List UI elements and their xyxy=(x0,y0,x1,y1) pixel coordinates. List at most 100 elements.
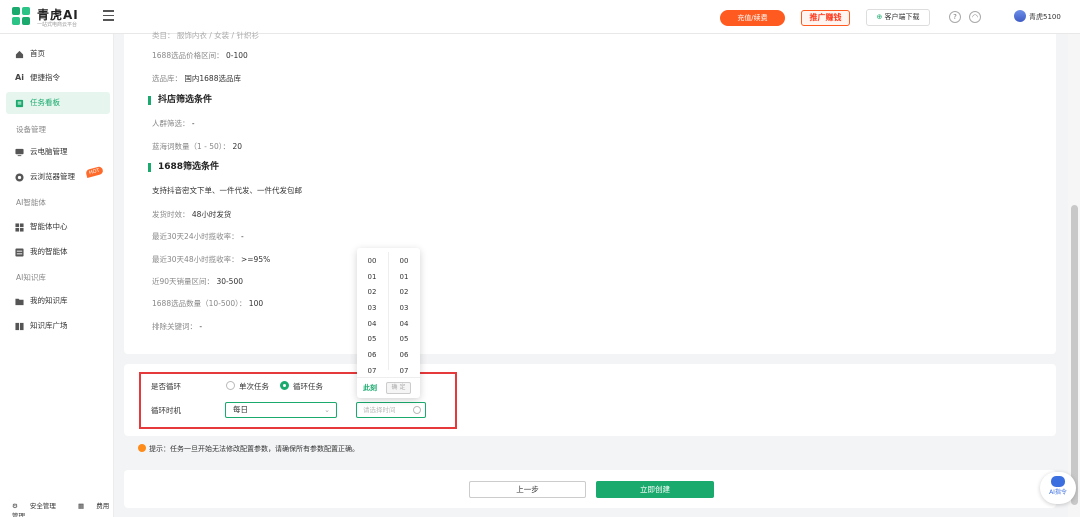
action-bar xyxy=(124,470,1056,508)
ai-icon: Ai xyxy=(15,73,24,82)
category-row-partial: 类目： 服饰内衣 / 女装 / 针织衫 xyxy=(152,31,259,40)
sidebar-item-label: 我的智能体 xyxy=(30,247,68,256)
hour-option[interactable]: 02 xyxy=(357,285,387,301)
top-header: 青虎AI 一站式电商云平台 充值/续费 推广赚钱 ⊕ 客户端下载 ? ◠ 青虎5… xyxy=(0,0,1080,34)
sidebar-item-my-knowledge[interactable]: 我的知识库 xyxy=(6,290,110,312)
price-range-label: 1688选品价格区间： xyxy=(152,51,224,60)
rate24-row: 最近30天24小时揽收率： - xyxy=(152,231,244,242)
library-value: 国内1688选品库 xyxy=(184,74,241,83)
single-task-label[interactable]: 单次任务 xyxy=(239,381,269,392)
minute-option[interactable]: 02 xyxy=(389,285,419,301)
rate48-label: 最近30天48小时揽收率： xyxy=(152,255,239,264)
library-row: 选品库： 国内1688选品库 xyxy=(152,73,241,84)
headset-icon[interactable]: ◠ xyxy=(969,11,981,23)
download-label: 客户端下载 xyxy=(884,13,920,21)
gear-icon: ⚙ xyxy=(12,502,18,510)
monitor-icon xyxy=(15,148,24,157)
minute-option[interactable]: 00 xyxy=(389,254,419,270)
sidebar-item-label: 首页 xyxy=(30,49,45,58)
menu-toggle-icon[interactable] xyxy=(103,10,114,21)
hour-option[interactable]: 01 xyxy=(357,270,387,286)
hour-option[interactable]: 00 xyxy=(357,254,387,270)
security-management-label: 安全管理 xyxy=(29,502,56,510)
time-picker-footer: 此刻 确 定 xyxy=(357,377,420,398)
library-label: 选品库： xyxy=(152,74,182,83)
download-icon: ⊕ xyxy=(876,13,883,21)
loop-task-radio[interactable] xyxy=(280,381,289,390)
exclude-value: - xyxy=(199,322,203,331)
count-row: 1688选品数量（10-500）： 100 xyxy=(152,298,263,309)
scrollbar-thumb[interactable] xyxy=(1071,205,1078,505)
sidebar-item-task-board[interactable]: 任务看板 xyxy=(6,92,110,114)
blue-ocean-value: 20 xyxy=(232,142,242,151)
minute-column[interactable]: 00 01 02 03 04 05 06 07 xyxy=(389,254,419,380)
sidebar-item-cloud-pc[interactable]: 云电脑管理 xyxy=(6,141,110,163)
user-name[interactable]: 青虎5100 xyxy=(1029,12,1061,22)
ship-value: 48小时发货 xyxy=(191,210,232,219)
hour-option[interactable]: 04 xyxy=(357,317,387,333)
sidebar-section-agents: AI智能体 xyxy=(16,198,46,207)
help-icon[interactable]: ? xyxy=(949,11,961,23)
promo-button[interactable]: 推广赚钱 xyxy=(801,10,850,26)
grid-icon xyxy=(15,223,24,232)
time-input[interactable]: 请选择时间 xyxy=(356,402,426,418)
sales-value: 30-500 xyxy=(216,277,244,286)
blue-ocean-label: 蓝海词数量（1 - 50）： xyxy=(152,142,231,151)
sidebar-item-knowledge-square[interactable]: 知识库广场 xyxy=(6,315,110,337)
sidebar-item-home[interactable]: 首页 xyxy=(6,43,110,65)
robot-icon xyxy=(1051,476,1065,487)
sidebar-section-devices: 设备管理 xyxy=(16,125,46,134)
ali-filter-title: 1688筛选条件 xyxy=(148,163,219,172)
list-icon xyxy=(15,248,24,257)
sidebar-item-my-agents[interactable]: 我的智能体 xyxy=(6,241,110,263)
frequency-select[interactable]: 每日 ⌄ xyxy=(225,402,337,418)
warning-icon xyxy=(138,444,146,452)
sidebar-item-label: 任务看板 xyxy=(30,98,60,107)
minute-option[interactable]: 04 xyxy=(389,317,419,333)
create-now-button[interactable]: 立即创建 xyxy=(596,481,714,498)
confirm-time-button[interactable]: 确 定 xyxy=(386,382,411,394)
hour-option[interactable]: 06 xyxy=(357,348,387,364)
ship-label: 发货时效： xyxy=(152,210,190,219)
sidebar-footer: ⚙ 安全管理 ▦ 费用管理 xyxy=(12,500,113,517)
ai-command-label: AI指令 xyxy=(1049,489,1067,496)
rate48-value: >=95% xyxy=(240,255,271,264)
hour-option[interactable]: 05 xyxy=(357,332,387,348)
hot-badge-icon: HOT xyxy=(85,165,104,179)
minute-option[interactable]: 06 xyxy=(389,348,419,364)
sidebar-section-knowledge: AI知识库 xyxy=(16,273,46,282)
chevron-down-icon: ⌄ xyxy=(324,406,330,414)
download-client-button[interactable]: ⊕ 客户端下载 xyxy=(866,9,930,26)
exclude-row: 排除关键词： - xyxy=(152,321,202,332)
sidebar-item-cloud-browser[interactable]: 云浏览器管理 HOT xyxy=(6,165,110,188)
price-range-value: 0-100 xyxy=(225,51,248,60)
avatar[interactable] xyxy=(1014,10,1026,22)
brand-subtitle: 一站式电商云平台 xyxy=(37,22,78,28)
count-label: 1688选品数量（10-500）： xyxy=(152,299,247,308)
blue-ocean-row: 蓝海词数量（1 - 50）： 20 xyxy=(152,141,242,152)
logo-icon xyxy=(12,7,31,26)
minute-option[interactable]: 05 xyxy=(389,332,419,348)
count-value: 100 xyxy=(248,299,264,308)
time-picker-popup: 00 01 02 03 04 05 06 07 00 01 02 03 04 0… xyxy=(357,248,420,398)
sidebar-item-shortcuts[interactable]: Ai 便捷指令 xyxy=(6,67,110,89)
crowd-row: 人群筛选： - xyxy=(152,118,195,129)
frequency-select-value: 每日 xyxy=(233,405,248,414)
ship-row: 发货时效： 48小时发货 xyxy=(152,209,231,220)
loop-task-label[interactable]: 循环任务 xyxy=(293,381,323,392)
recharge-button[interactable]: 充值/续费 xyxy=(720,10,785,26)
prev-step-button[interactable]: 上一步 xyxy=(469,481,586,498)
minute-option[interactable]: 03 xyxy=(389,301,419,317)
now-button[interactable]: 此刻 xyxy=(363,383,377,393)
minute-option[interactable]: 01 xyxy=(389,270,419,286)
ai-command-button[interactable]: AI指令 xyxy=(1040,472,1076,504)
hour-column[interactable]: 00 01 02 03 04 05 06 07 xyxy=(357,254,387,380)
douyin-filter-title: 抖店筛选条件 xyxy=(148,96,212,105)
sidebar-item-agent-center[interactable]: 智能体中心 xyxy=(6,216,110,238)
warning-tip: 提示：任务一旦开始无法修改配置参数，请确保所有参数配置正确。 xyxy=(138,444,359,454)
crowd-label: 人群筛选： xyxy=(152,119,190,128)
security-management-link[interactable]: ⚙ 安全管理 xyxy=(12,502,66,510)
single-task-radio[interactable] xyxy=(226,381,235,390)
hour-option[interactable]: 03 xyxy=(357,301,387,317)
price-range-row: 1688选品价格区间： 0-100 xyxy=(152,50,248,61)
